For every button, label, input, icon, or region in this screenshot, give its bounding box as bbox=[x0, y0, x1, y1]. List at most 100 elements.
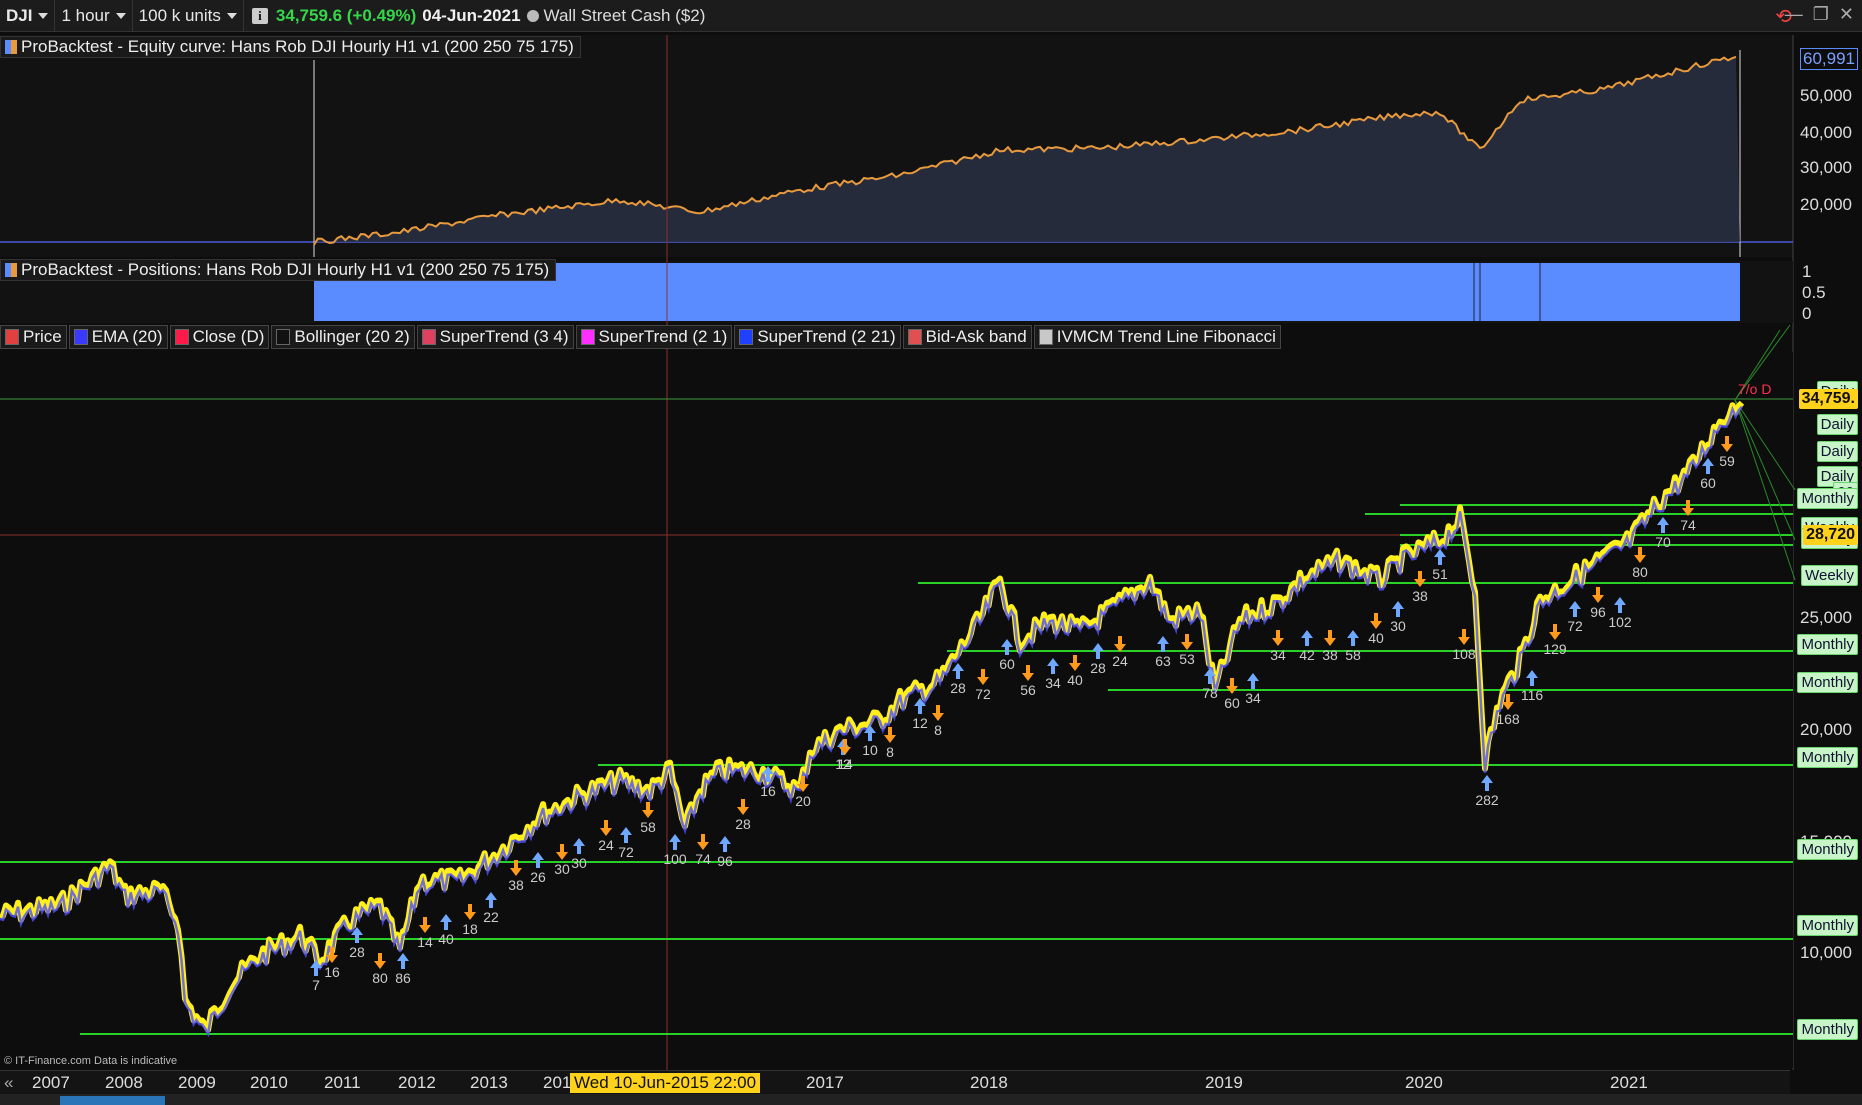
scroll-thumb[interactable] bbox=[60, 1096, 165, 1105]
trade-count-label: 42 bbox=[1299, 647, 1315, 663]
trade-count-label: 63 bbox=[1155, 653, 1171, 669]
legend-label: Bid-Ask band bbox=[925, 327, 1027, 346]
trade-count-label: 96 bbox=[1590, 604, 1606, 620]
cursor-price-tag: 28,720 bbox=[1803, 525, 1858, 545]
trade-count-label: 60 bbox=[1224, 695, 1240, 711]
legend-item[interactable]: SuperTrend (2 21) bbox=[734, 325, 901, 349]
axis-tick-label: 25,000 bbox=[1800, 608, 1852, 627]
trade-count-label: 38 bbox=[508, 877, 524, 893]
axis-tick-label: 20,000 bbox=[1800, 720, 1852, 739]
equity-last-value: 60,991 bbox=[1800, 48, 1858, 70]
trade-count-label: 60 bbox=[999, 656, 1015, 672]
trade-count-label: 51 bbox=[1432, 566, 1448, 582]
year-tick-label: 2020 bbox=[1405, 1073, 1443, 1092]
year-tick-label: 2019 bbox=[1205, 1073, 1243, 1092]
axis-tick-label: 20,000 bbox=[1800, 195, 1852, 214]
trade-count-label: 58 bbox=[1345, 647, 1361, 663]
trade-count-label: 96 bbox=[717, 853, 733, 869]
trade-count-label: 74 bbox=[1680, 517, 1696, 533]
level-tag: Monthly bbox=[1797, 634, 1858, 655]
legend-item[interactable]: Bollinger (20 2) bbox=[271, 325, 415, 349]
legend-item[interactable]: Close (D) bbox=[169, 325, 270, 349]
year-tick-label: 2017 bbox=[806, 1073, 844, 1092]
legend-label: Bollinger (20 2) bbox=[294, 327, 410, 346]
current-price-tag: 34,759. bbox=[1798, 389, 1858, 409]
year-tick-label: 2021 bbox=[1610, 1073, 1648, 1092]
equity-swatch-icon bbox=[5, 40, 17, 54]
trade-count-label: 129 bbox=[1543, 641, 1567, 657]
legend-swatch-icon bbox=[276, 329, 291, 345]
year-tick-label: 2018 bbox=[970, 1073, 1008, 1092]
axis-tick-label: 1 bbox=[1802, 262, 1812, 281]
trade-count-label: 8 bbox=[934, 722, 942, 738]
legend-label: SuperTrend (3 4) bbox=[439, 327, 569, 346]
axis-tick-label: 30,000 bbox=[1800, 158, 1852, 177]
level-tag: Monthly bbox=[1797, 747, 1858, 768]
trade-count-label: 56 bbox=[1020, 682, 1036, 698]
trade-count-label: 60 bbox=[1700, 475, 1716, 491]
year-tick-label: 2007 bbox=[32, 1073, 70, 1092]
trade-count-label: 24 bbox=[598, 837, 614, 853]
trade-count-label: 28 bbox=[950, 680, 966, 696]
level-tag: Monthly bbox=[1797, 1019, 1858, 1040]
year-tick-label: 2009 bbox=[178, 1073, 216, 1092]
legend-swatch-icon bbox=[739, 329, 754, 345]
level-tag: Monthly bbox=[1797, 488, 1858, 509]
legend-item[interactable]: EMA (20) bbox=[68, 325, 168, 349]
trade-count-label: 34 bbox=[1245, 690, 1261, 706]
trade-count-label: 12 bbox=[912, 715, 928, 731]
trade-count-label: 72 bbox=[618, 844, 634, 860]
scroll-left-icon[interactable]: « bbox=[4, 1073, 13, 1093]
positions-panel-title: ProBacktest - Positions: Hans Rob DJI Ho… bbox=[21, 260, 550, 279]
year-tick-label: 201 bbox=[543, 1073, 572, 1092]
trade-count-label: 30 bbox=[554, 861, 570, 877]
time-axis[interactable]: « 2007 2008 2009 2010 2011 2012 2013 201 2017 201… bbox=[0, 1070, 1790, 1094]
legend-label: Close (D) bbox=[192, 327, 265, 346]
legend-item[interactable]: IVMCM Trend Line Fibonacci bbox=[1033, 325, 1281, 349]
cursor-date: Wed 10-Jun-2015 22:00 bbox=[570, 1073, 761, 1093]
legend-swatch-icon bbox=[1038, 329, 1053, 345]
trade-count-label: 10 bbox=[862, 742, 878, 758]
level-tag: Weekly bbox=[1801, 565, 1858, 586]
legend-label: Price bbox=[23, 327, 62, 346]
legend-item[interactable]: SuperTrend (3 4) bbox=[416, 325, 574, 349]
positions-swatch-icon bbox=[5, 263, 17, 277]
trade-count-label: 30 bbox=[1390, 618, 1406, 634]
trade-count-label: 86 bbox=[395, 970, 411, 986]
overlay-text: 7/o D bbox=[1738, 381, 1771, 397]
trade-count-label: 116 bbox=[1521, 687, 1544, 703]
trade-count-label: 30 bbox=[571, 855, 587, 871]
legend-swatch-icon bbox=[73, 329, 88, 345]
legend-label: IVMCM Trend Line Fibonacci bbox=[1056, 327, 1276, 346]
trade-count-label: 74 bbox=[695, 851, 711, 867]
equity-panel-title: ProBacktest - Equity curve: Hans Rob DJI… bbox=[21, 37, 574, 56]
trade-count-label: 78 bbox=[1202, 685, 1218, 701]
legend-item[interactable]: SuperTrend (2 1) bbox=[575, 325, 733, 349]
footer-strip bbox=[0, 1094, 1862, 1105]
level-tag: Daily bbox=[1816, 414, 1858, 435]
equity-panel-label[interactable]: ProBacktest - Equity curve: Hans Rob DJI… bbox=[0, 36, 581, 58]
chart-canvas[interactable]: 7162880 8614 40182238 26 30 3024 7258100 74 9628… bbox=[0, 0, 1862, 1105]
trade-count-label: 34 bbox=[1270, 647, 1286, 663]
level-tag: Daily bbox=[1816, 441, 1858, 462]
trade-count-label: 28 bbox=[1090, 660, 1106, 676]
legend-label: EMA (20) bbox=[91, 327, 163, 346]
trade-count-label: 24 bbox=[1112, 653, 1128, 669]
year-tick-label: 2012 bbox=[398, 1073, 436, 1092]
trade-count-label: 40 bbox=[1067, 672, 1083, 688]
indicator-legend: Price EMA (20) Close (D) Bollinger (20 2) Su… bbox=[0, 325, 1283, 349]
positions-panel-label[interactable]: ProBacktest - Positions: Hans Rob DJI Ho… bbox=[0, 259, 557, 281]
legend-item[interactable]: Price bbox=[0, 325, 67, 349]
trade-count-label: 102 bbox=[1608, 614, 1632, 630]
trade-count-label: 26 bbox=[530, 869, 546, 885]
trade-count-label: 40 bbox=[1368, 630, 1384, 646]
trade-count-label: 38 bbox=[1412, 588, 1428, 604]
level-tag: Monthly bbox=[1797, 915, 1858, 936]
trade-count-label: 168 bbox=[1496, 711, 1520, 727]
legend-item[interactable]: Bid-Ask band bbox=[902, 325, 1032, 349]
legend-swatch-icon bbox=[174, 329, 189, 345]
trade-count-label: 7 bbox=[312, 977, 320, 993]
legend-label: SuperTrend (2 21) bbox=[757, 327, 896, 346]
year-tick-label: 2008 bbox=[105, 1073, 143, 1092]
trade-count-label: 38 bbox=[1322, 647, 1338, 663]
